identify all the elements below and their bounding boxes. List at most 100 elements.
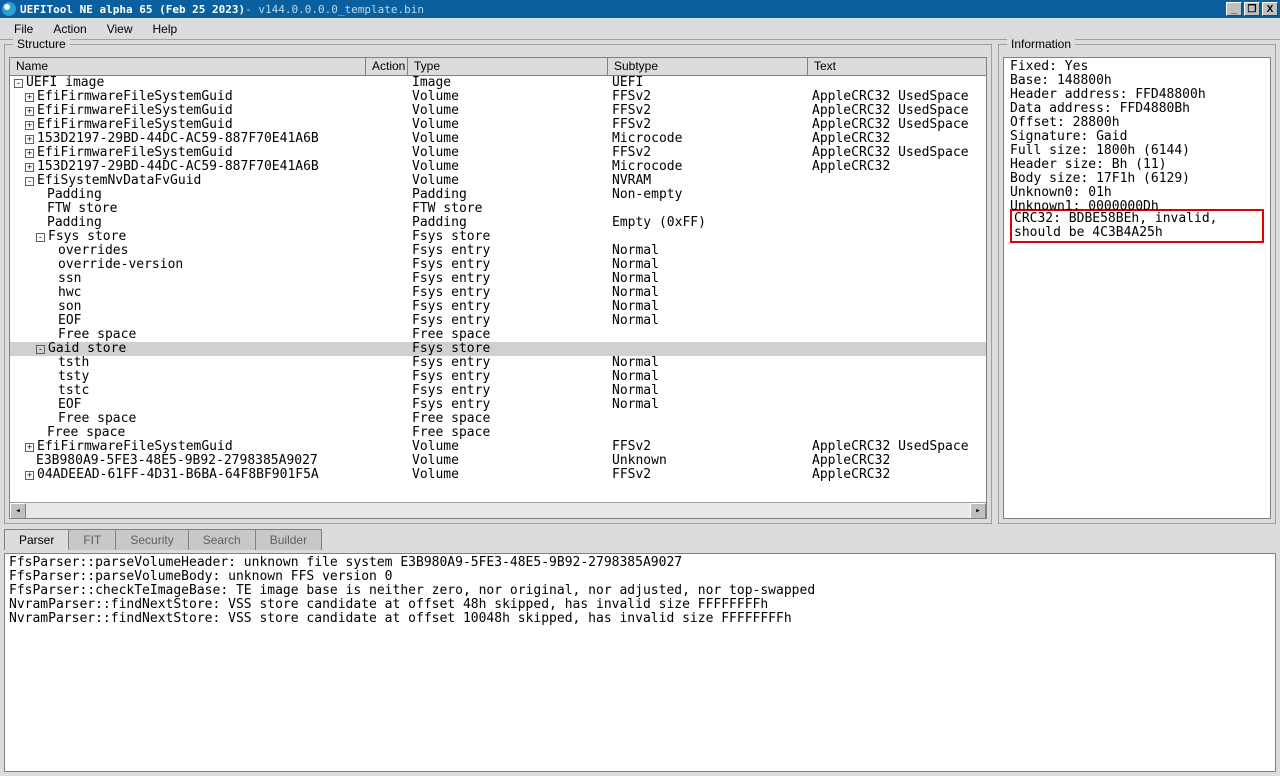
tree-item-subtype: NVRAM: [608, 174, 808, 188]
info-line: Header address: FFD48800h: [1010, 88, 1264, 102]
information-panel: Information Fixed: YesBase: 148800hHeade…: [998, 44, 1276, 524]
tree-row[interactable]: tsthFsys entryNormal: [10, 356, 986, 370]
tree-row[interactable]: EOFFsys entryNormal: [10, 314, 986, 328]
expand-icon[interactable]: +: [25, 93, 34, 102]
col-header-action[interactable]: Action: [366, 58, 408, 75]
tree-row[interactable]: +153D2197-29BD-44DC-AC59-887F70E41A6BVol…: [10, 160, 986, 174]
tree-row[interactable]: +153D2197-29BD-44DC-AC59-887F70E41A6BVol…: [10, 132, 986, 146]
tree-row[interactable]: Free spaceFree space: [10, 328, 986, 342]
tree-item-subtype: Normal: [608, 286, 808, 300]
expand-icon[interactable]: +: [25, 443, 34, 452]
collapse-icon[interactable]: -: [36, 233, 45, 242]
col-header-text[interactable]: Text: [808, 58, 986, 75]
tree-row[interactable]: tstyFsys entryNormal: [10, 370, 986, 384]
titlebar[interactable]: UEFITool NE alpha 65 (Feb 25 2023) - v14…: [0, 0, 1280, 18]
tree-row[interactable]: PaddingPaddingNon-empty: [10, 188, 986, 202]
expand-icon[interactable]: +: [25, 163, 34, 172]
tree-row[interactable]: EOFFsys entryNormal: [10, 398, 986, 412]
tree-row[interactable]: Free spaceFree space: [10, 426, 986, 440]
scroll-left-button[interactable]: ◂: [10, 503, 26, 519]
tab-search[interactable]: Search: [188, 529, 256, 550]
tree-item-name: Free space: [58, 328, 136, 342]
tree-item-subtype: FFSv2: [608, 104, 808, 118]
col-header-type[interactable]: Type: [408, 58, 608, 75]
info-line: Base: 148800h: [1010, 74, 1264, 88]
tree-item-name: overrides: [58, 244, 128, 258]
expand-icon[interactable]: +: [25, 471, 34, 480]
tree-row[interactable]: +EfiFirmwareFileSystemGuidVolumeFFSv2App…: [10, 104, 986, 118]
menu-action[interactable]: Action: [43, 20, 96, 38]
tree-row[interactable]: FTW storeFTW store: [10, 202, 986, 216]
tree-item-name: Padding: [47, 188, 102, 202]
tree-row[interactable]: -Gaid storeFsys store: [10, 342, 986, 356]
tree-row[interactable]: -EfiSystemNvDataFvGuidVolumeNVRAM: [10, 174, 986, 188]
tree-item-subtype: Normal: [608, 258, 808, 272]
tree-item-text: [808, 370, 986, 384]
tab-security[interactable]: Security: [115, 529, 188, 550]
collapse-icon[interactable]: -: [25, 177, 34, 186]
tree-hscrollbar[interactable]: ◂ ▸: [10, 502, 986, 518]
tree-row[interactable]: PaddingPaddingEmpty (0xFF): [10, 216, 986, 230]
tree-item-name: EfiFirmwareFileSystemGuid: [37, 104, 233, 118]
tree-row[interactable]: +EfiFirmwareFileSystemGuidVolumeFFSv2App…: [10, 146, 986, 160]
tree-row[interactable]: Free spaceFree space: [10, 412, 986, 426]
log-line: FfsParser::checkTeImageBase: TE image ba…: [9, 584, 1271, 598]
tree-row[interactable]: hwcFsys entryNormal: [10, 286, 986, 300]
tree-item-text: [808, 384, 986, 398]
tree-row[interactable]: -UEFI imageImageUEFI: [10, 76, 986, 90]
tree-row[interactable]: +EfiFirmwareFileSystemGuidVolumeFFSv2App…: [10, 118, 986, 132]
collapse-icon[interactable]: -: [14, 79, 23, 88]
minimize-button[interactable]: _: [1226, 2, 1242, 16]
information-content[interactable]: Fixed: YesBase: 148800hHeader address: F…: [1003, 57, 1271, 519]
tree-item-name: override-version: [58, 258, 183, 272]
tree-item-subtype: FFSv2: [608, 146, 808, 160]
menu-view[interactable]: View: [97, 20, 143, 38]
collapse-icon[interactable]: -: [36, 345, 45, 354]
tab-parser[interactable]: Parser: [4, 529, 69, 550]
tree-item-text: [808, 202, 986, 216]
tree-item-type: Fsys entry: [408, 314, 608, 328]
tree-row[interactable]: +EfiFirmwareFileSystemGuidVolumeFFSv2App…: [10, 90, 986, 104]
tree-header: Name Action Type Subtype Text: [10, 58, 986, 76]
tree-row[interactable]: +EfiFirmwareFileSystemGuidVolumeFFSv2App…: [10, 440, 986, 454]
tree-item-text: AppleCRC32: [808, 454, 986, 468]
menu-file[interactable]: File: [4, 20, 43, 38]
scroll-right-button[interactable]: ▸: [970, 503, 986, 519]
tree-item-name: Fsys store: [48, 230, 126, 244]
tree-item-name: 04ADEEAD-61FF-4D31-B6BA-64F8BF901F5A: [37, 468, 319, 482]
tab-fit[interactable]: FIT: [68, 529, 116, 550]
col-header-name[interactable]: Name: [10, 58, 366, 75]
tree-row[interactable]: override-versionFsys entryNormal: [10, 258, 986, 272]
tree-item-subtype: FFSv2: [608, 90, 808, 104]
log-line: FfsParser::parseVolumeBody: unknown FFS …: [9, 570, 1271, 584]
tree-row[interactable]: tstcFsys entryNormal: [10, 384, 986, 398]
tree-row[interactable]: ssnFsys entryNormal: [10, 272, 986, 286]
tree-row[interactable]: -Fsys storeFsys store: [10, 230, 986, 244]
expand-icon[interactable]: +: [25, 121, 34, 130]
menu-help[interactable]: Help: [143, 20, 188, 38]
tree-row[interactable]: sonFsys entryNormal: [10, 300, 986, 314]
tree-item-name: tsty: [58, 370, 89, 384]
tree-item-text: [808, 300, 986, 314]
expand-icon[interactable]: +: [25, 135, 34, 144]
tree-item-type: Fsys store: [408, 342, 608, 356]
structure-tree[interactable]: Name Action Type Subtype Text -UEFI imag…: [9, 57, 987, 519]
tree-row[interactable]: E3B980A9-5FE3-48E5-9B92-2798385A9027Volu…: [10, 454, 986, 468]
maximize-button[interactable]: ❐: [1244, 2, 1260, 16]
expand-icon[interactable]: +: [25, 149, 34, 158]
tree-item-text: [808, 76, 986, 90]
tree-row[interactable]: +04ADEEAD-61FF-4D31-B6BA-64F8BF901F5AVol…: [10, 468, 986, 482]
close-button[interactable]: X: [1262, 2, 1278, 16]
tree-row[interactable]: overridesFsys entryNormal: [10, 244, 986, 258]
tab-builder[interactable]: Builder: [255, 529, 322, 550]
tree-item-type: Image: [408, 76, 608, 90]
tree-item-type: Volume: [408, 174, 608, 188]
scroll-track[interactable]: [26, 503, 970, 518]
tree-item-name: son: [58, 300, 81, 314]
tree-item-type: Fsys entry: [408, 398, 608, 412]
expand-icon[interactable]: +: [25, 107, 34, 116]
col-header-subtype[interactable]: Subtype: [608, 58, 808, 75]
log-output[interactable]: FfsParser::parseVolumeHeader: unknown fi…: [4, 553, 1276, 772]
info-line: Offset: 28800h: [1010, 116, 1264, 130]
tree-item-name: UEFI image: [26, 76, 104, 90]
